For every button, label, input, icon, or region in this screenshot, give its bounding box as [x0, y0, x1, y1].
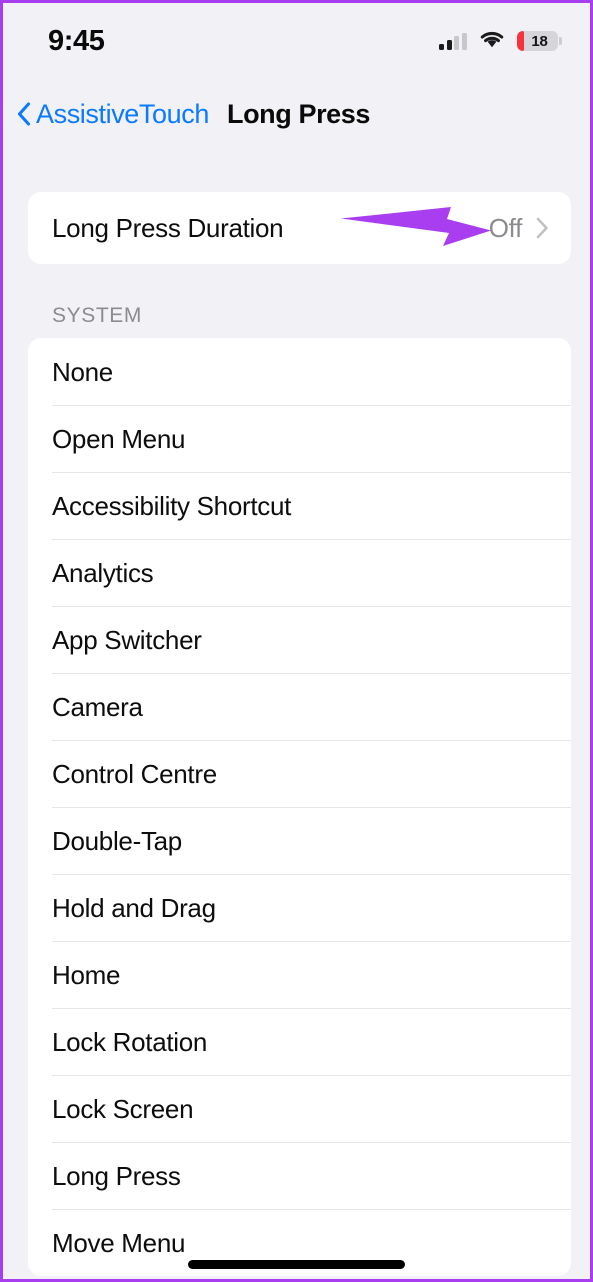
list-item-label: Control Centre	[52, 758, 217, 789]
row-value: Off	[488, 213, 523, 243]
home-indicator[interactable]	[188, 1260, 405, 1269]
back-button[interactable]: AssistiveTouch	[17, 98, 209, 129]
long-press-duration-card: Long Press Duration Off	[28, 192, 571, 264]
list-item[interactable]: Lock Rotation	[28, 1008, 571, 1075]
list-item-label: Lock Rotation	[52, 1026, 208, 1057]
list-item[interactable]: Hold and Drag	[28, 874, 571, 941]
list-item-label: Move Menu	[52, 1227, 186, 1258]
phone-screen: 9:45 18 AssistiveTouch Long Press Long P…	[0, 0, 593, 1282]
list-item-label: App Switcher	[52, 624, 202, 655]
status-bar: 9:45 18	[3, 3, 590, 75]
list-item-label: Accessibility Shortcut	[52, 490, 292, 521]
list-item[interactable]: Camera	[28, 673, 571, 740]
chevron-left-icon	[17, 102, 31, 126]
section-header-system: SYSTEM	[52, 304, 142, 327]
status-bar-time: 9:45	[48, 24, 105, 57]
wifi-icon	[478, 29, 506, 54]
list-item[interactable]: Control Centre	[28, 740, 571, 807]
list-item-label: Analytics	[52, 557, 154, 588]
list-item-label: Long Press	[52, 1160, 181, 1191]
list-item-label: None	[52, 356, 113, 387]
back-button-label: AssistiveTouch	[36, 98, 209, 129]
cellular-signal-icon	[439, 32, 467, 50]
list-item[interactable]: Accessibility Shortcut	[28, 472, 571, 539]
page-title: Long Press	[226, 98, 371, 129]
list-item-label: Camera	[52, 691, 143, 722]
battery-percent-label: 18	[531, 32, 548, 50]
list-item[interactable]: Open Menu	[28, 405, 571, 472]
list-item[interactable]: Long Press	[28, 1142, 571, 1209]
list-item-label: Home	[52, 959, 121, 990]
list-item-label: Open Menu	[52, 423, 186, 454]
list-item-label: Double-Tap	[52, 825, 182, 856]
list-item[interactable]: None	[28, 338, 571, 405]
status-bar-indicators: 18	[439, 29, 562, 54]
battery-icon: 18	[516, 31, 562, 51]
system-options-list: None Open Menu Accessibility Shortcut An…	[28, 338, 571, 1276]
row-long-press-duration[interactable]: Long Press Duration Off	[28, 192, 571, 264]
list-item[interactable]: Analytics	[28, 539, 571, 606]
list-item[interactable]: Lock Screen	[28, 1075, 571, 1142]
row-label: Long Press Duration	[52, 213, 284, 243]
list-item-label: Hold and Drag	[52, 892, 216, 923]
list-item-label: Lock Screen	[52, 1093, 194, 1124]
list-item[interactable]: Home	[28, 941, 571, 1008]
chevron-right-icon	[536, 217, 549, 239]
list-item[interactable]: App Switcher	[28, 606, 571, 673]
list-item[interactable]: Double-Tap	[28, 807, 571, 874]
navigation-bar: AssistiveTouch Long Press	[3, 87, 590, 141]
